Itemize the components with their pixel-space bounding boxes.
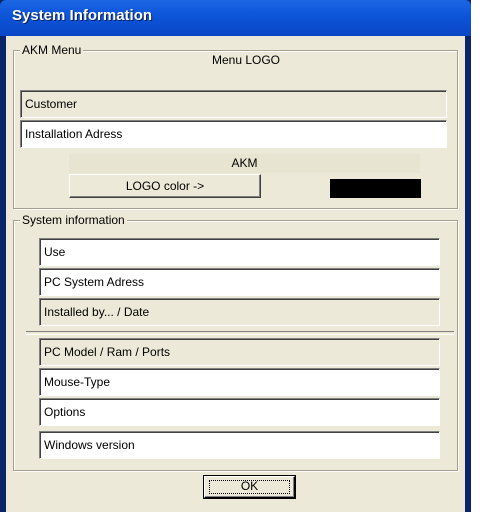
pc-system-address-field[interactable]: PC System Adress [39, 268, 440, 296]
logo-color-swatch [330, 179, 421, 198]
dialog-client-area: AKM Menu Menu LOGO Customer Installation… [6, 36, 465, 512]
pc-model-field[interactable]: PC Model / Ram / Ports [39, 338, 440, 366]
mouse-type-field[interactable]: Mouse-Type [39, 368, 440, 396]
window-title: System Information [12, 7, 153, 24]
system-information-window: System Information AKM Menu Menu LOGO Cu… [0, 0, 471, 512]
ok-button[interactable]: OK [204, 476, 295, 498]
customer-field[interactable]: Customer [20, 90, 447, 118]
installed-by-field[interactable]: Installed by... / Date [39, 298, 440, 326]
section-separator [26, 331, 454, 335]
windows-version-field[interactable]: Windows version [39, 431, 440, 459]
system-information-group-label: System information [20, 212, 127, 228]
menu-logo-label: Menu LOGO [211, 53, 281, 67]
ok-button-label: OK [240, 479, 259, 493]
options-field[interactable]: Options [39, 398, 440, 426]
akm-menu-group-label: AKM Menu [20, 42, 84, 58]
akm-label: AKM [69, 154, 420, 173]
title-bar[interactable]: System Information [0, 0, 471, 36]
use-field[interactable]: Use [39, 238, 440, 266]
installation-address-field[interactable]: Installation Adress [20, 120, 447, 148]
logo-color-button[interactable]: LOGO color -> [69, 174, 261, 198]
